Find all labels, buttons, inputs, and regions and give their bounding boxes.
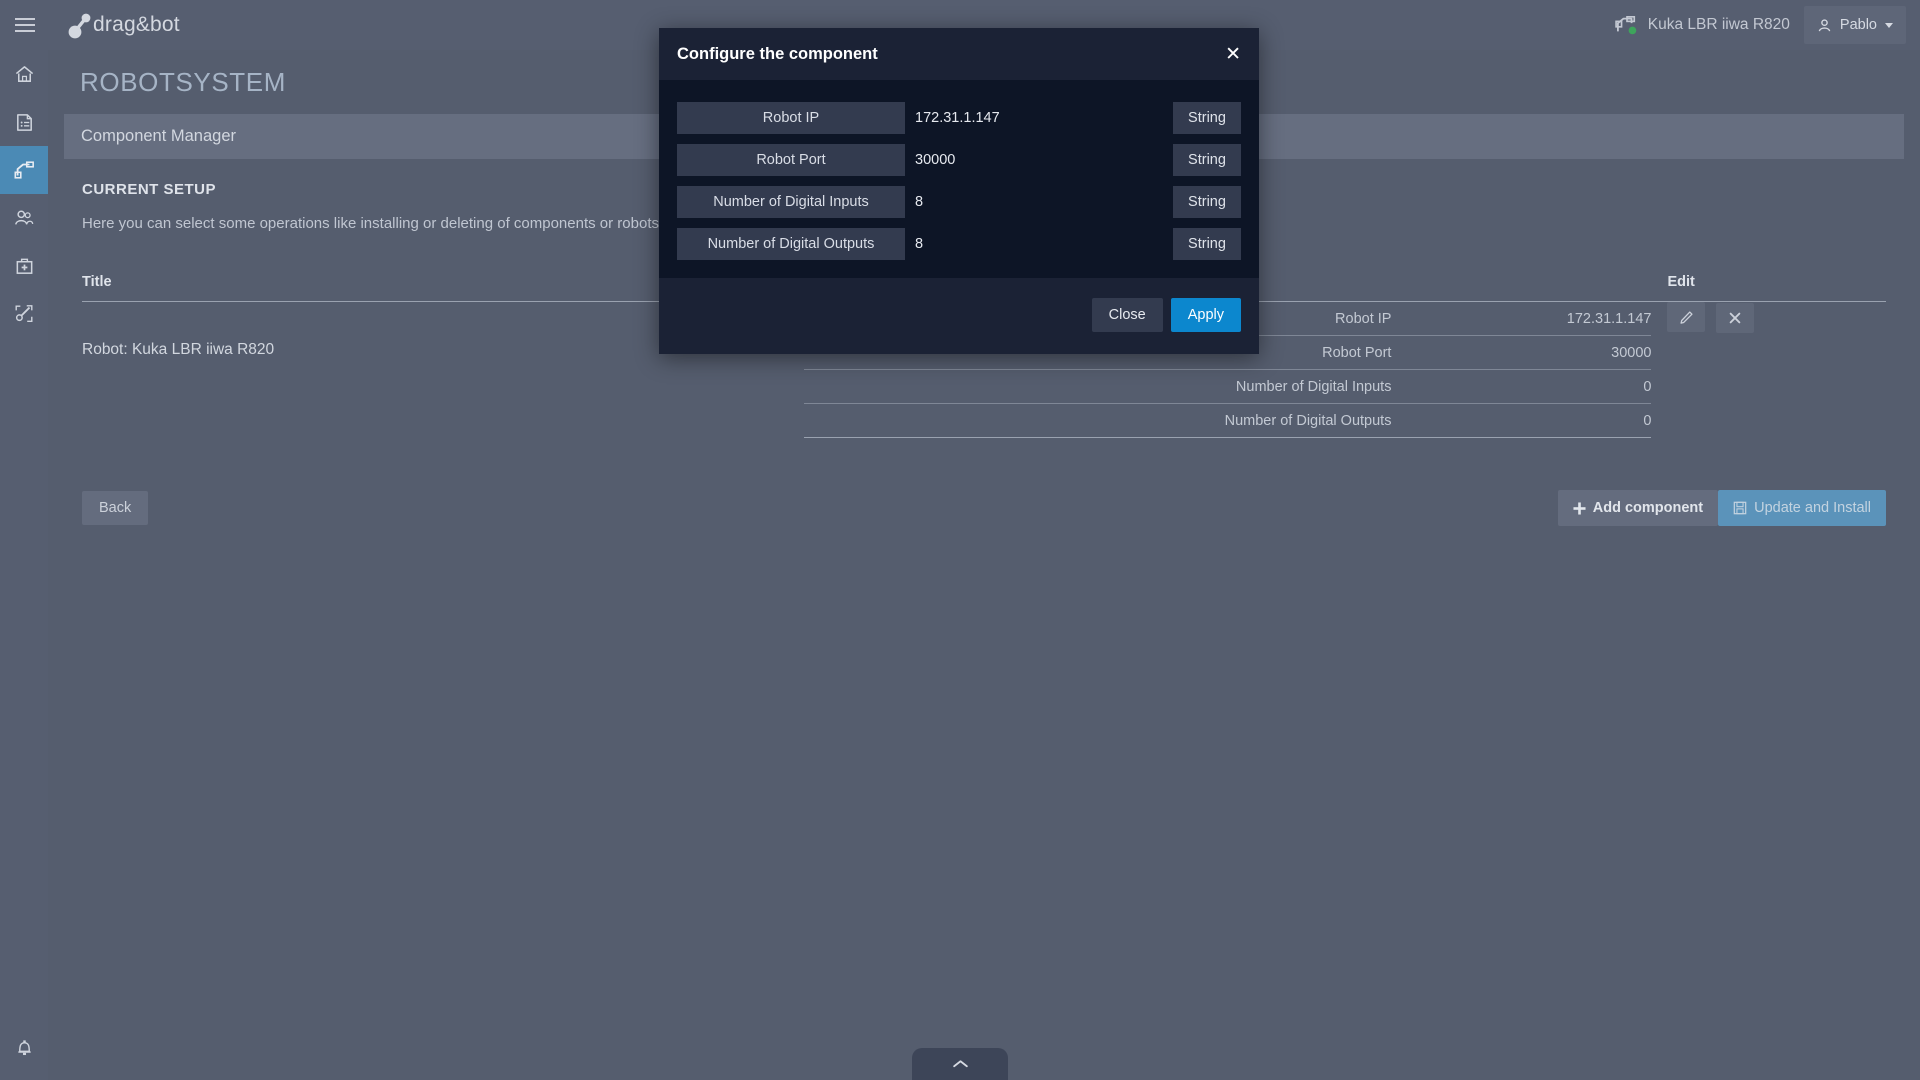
parameter-value: 0	[1391, 369, 1652, 404]
back-button[interactable]: Back	[82, 491, 149, 525]
parameter-name: Number of Digital Inputs	[803, 369, 1392, 404]
pencil-icon	[1680, 310, 1693, 324]
robot-port-input[interactable]	[905, 144, 1173, 176]
dialog-close-button[interactable]: ✕	[1225, 45, 1241, 64]
home-icon	[15, 65, 33, 82]
digital-inputs-input[interactable]	[905, 186, 1173, 218]
hamburger-icon[interactable]	[0, 0, 50, 50]
sidebar-item-users[interactable]	[0, 194, 48, 242]
dialog-header: Configure the component ✕	[659, 28, 1259, 80]
row-actions-cell	[1651, 302, 1886, 439]
column-header-edit: Edit	[1651, 274, 1886, 302]
dragandbot-logo-icon	[68, 13, 91, 39]
file-list-icon	[16, 113, 32, 131]
field-label: Robot Port	[677, 144, 905, 176]
dialog-footer: Close Apply	[659, 278, 1259, 354]
page-actions: Back Add component Update and Install	[82, 490, 1886, 526]
wrench-arrows-icon	[15, 305, 33, 323]
field-row-digital-outputs: Number of Digital Outputs String	[677, 228, 1241, 260]
sidebar-item-calibration[interactable]	[0, 290, 48, 338]
parameter-name: Number of Digital Outputs	[803, 403, 1392, 438]
chevron-down-icon	[1885, 22, 1893, 28]
field-type-selector[interactable]: String	[1173, 102, 1241, 134]
field-row-robot-ip: Robot IP String	[677, 102, 1241, 134]
panel-header-text: Component Manager	[81, 127, 237, 145]
field-type-selector[interactable]: String	[1173, 228, 1241, 260]
user-icon	[1818, 18, 1831, 31]
user-menu[interactable]: Pablo	[1803, 6, 1906, 44]
robot-status-label: Kuka LBR iiwa R820	[1647, 16, 1790, 33]
robot-arm-icon	[1615, 16, 1637, 35]
dialog-title: Configure the component	[677, 44, 878, 63]
save-disk-icon	[1733, 501, 1747, 515]
toolbox-plus-icon	[16, 258, 32, 274]
robot-arm-icon	[14, 161, 34, 179]
robot-ip-input[interactable]	[905, 102, 1173, 134]
parameter-value: 0	[1391, 403, 1652, 438]
dialog-body: Robot IP String Robot Port String Number…	[659, 80, 1259, 278]
field-label: Number of Digital Inputs	[677, 186, 905, 218]
field-label: Number of Digital Outputs	[677, 228, 905, 260]
chevron-up-icon	[952, 1060, 968, 1068]
update-and-install-button[interactable]: Update and Install	[1718, 490, 1886, 526]
primary-actions-group: Add component Update and Install	[1557, 490, 1886, 526]
notifications-button[interactable]	[0, 1026, 48, 1070]
configure-component-dialog: Configure the component ✕ Robot IP Strin…	[659, 28, 1259, 354]
column-header-value	[1398, 274, 1652, 302]
bottom-drawer-toggle[interactable]	[912, 1048, 1008, 1080]
top-bar-right: Kuka LBR iiwa R820 Pablo	[1601, 0, 1920, 50]
parameter-value: 30000	[1391, 335, 1652, 370]
edit-row-button[interactable]	[1667, 302, 1706, 332]
sidebar	[0, 50, 48, 1080]
close-x-icon	[1729, 312, 1741, 323]
field-row-robot-port: Robot Port String	[677, 144, 1241, 176]
robot-status[interactable]: Kuka LBR iiwa R820	[1601, 15, 1804, 35]
delete-row-button[interactable]	[1715, 302, 1754, 333]
sidebar-item-programs[interactable]	[0, 98, 48, 146]
dialog-close-label-button[interactable]: Close	[1091, 298, 1163, 332]
parameter-value: 172.31.1.147	[1391, 302, 1652, 336]
user-menu-label: Pablo	[1839, 17, 1877, 33]
users-icon	[15, 210, 34, 225]
parameter-row: Number of Digital Inputs 0	[803, 369, 1652, 404]
brand-text: drag&bot	[93, 13, 180, 36]
parameter-row: Number of Digital Outputs 0	[803, 403, 1652, 438]
sidebar-item-home[interactable]	[0, 50, 48, 98]
add-component-label: Add component	[1592, 500, 1704, 516]
sidebar-item-robot[interactable]	[0, 146, 48, 194]
add-component-button[interactable]: Add component	[1557, 490, 1719, 526]
plus-icon	[1573, 501, 1586, 515]
dialog-apply-button[interactable]: Apply	[1170, 298, 1241, 332]
digital-outputs-input[interactable]	[905, 228, 1173, 260]
field-type-selector[interactable]: String	[1173, 186, 1241, 218]
field-row-digital-inputs: Number of Digital Inputs String	[677, 186, 1241, 218]
field-type-selector[interactable]: String	[1173, 144, 1241, 176]
update-and-install-label: Update and Install	[1754, 500, 1871, 516]
sidebar-item-toolbox[interactable]	[0, 242, 48, 290]
field-label: Robot IP	[677, 102, 905, 134]
brand-logo-group: drag&bot	[67, 10, 180, 40]
bell-icon	[17, 1040, 31, 1056]
